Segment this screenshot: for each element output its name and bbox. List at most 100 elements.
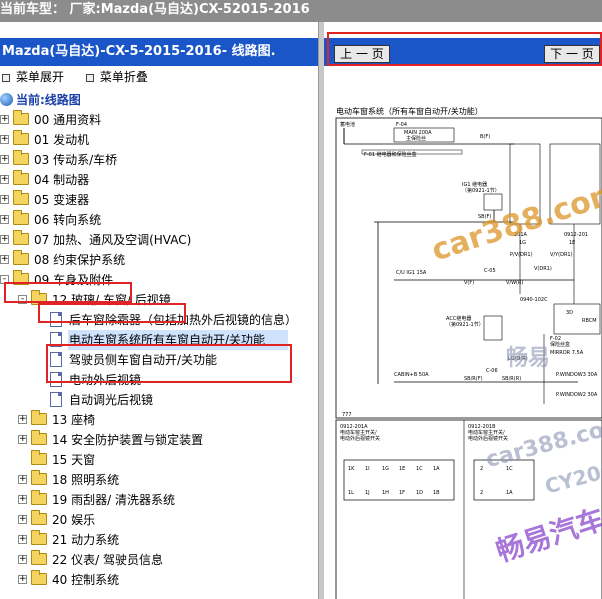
tree-folder-item[interactable]: +01 发动机 <box>0 130 318 150</box>
expand-toggle-icon[interactable]: + <box>18 575 27 584</box>
pin-1e-label: 1E <box>569 240 575 246</box>
expand-toggle-icon[interactable]: + <box>0 195 9 204</box>
connector-b-pin: 2 <box>480 490 483 496</box>
cabin-fuse-label: CABIN+B 50A <box>394 372 429 378</box>
tree-folder-item[interactable]: +07 加热、通风及空调(HVAC) <box>0 230 318 250</box>
connector-b-pin: 2 <box>480 466 483 472</box>
tree-item-label: 自动调光后视镜 <box>69 393 154 407</box>
pwindow2-fuse-label: P.WINDOW2 30A <box>556 392 598 398</box>
connector-a-pin: 1K <box>348 466 355 472</box>
folder-icon <box>13 230 29 245</box>
tree-folder-item[interactable]: +14 安全防护装置与锁定装置 <box>0 430 318 450</box>
tree-item-label: 07 加热、通风及空调(HVAC) <box>34 233 192 247</box>
v-w-r-label: V/W(R) <box>506 280 523 286</box>
pwindow3-fuse-label: P.WINDOW3 30A <box>556 372 598 378</box>
folder-icon <box>31 410 47 425</box>
highlight-box-nav <box>327 32 602 66</box>
folder-icon <box>31 530 47 545</box>
window-title: 当前车型： 厂家:Mazda(马自达)CX-52015-2016 <box>0 0 602 22</box>
folder-icon <box>31 490 47 505</box>
tree-item-label: 15 天窗 <box>52 453 96 467</box>
tree-page-item[interactable]: 自动调光后视镜 <box>0 390 318 410</box>
main-fuse-box-label: 主保险丝 <box>406 135 426 142</box>
tree-folder-item[interactable]: +20 娱乐 <box>0 510 318 530</box>
f02-box-label: 保险丝盒 <box>550 341 570 348</box>
tree-folder-item[interactable]: +04 制动器 <box>0 170 318 190</box>
tree-folder-item[interactable]: +19 雨刮器/ 清洗器系统 <box>0 490 318 510</box>
folder-icon <box>13 130 29 145</box>
tree-item-label: 13 座椅 <box>52 413 96 427</box>
connector-a-pin: 1L <box>348 490 354 496</box>
expand-toggle-icon[interactable]: + <box>18 535 27 544</box>
expand-toggle-icon[interactable]: + <box>18 415 27 424</box>
tree-item-label: 22 仪表/ 驾驶员信息 <box>52 553 163 567</box>
connector-b-name-2: 电动外后视镜开关 <box>468 435 508 442</box>
rbcm-label: RBCM <box>582 318 597 324</box>
diagram-title: 电动车窗系统（所有车窗自动开/关功能） <box>336 106 483 116</box>
connector-a-pins: 1K 1I 1G 1E 1C 1A 1L 1J 1H 1F 1D 1B <box>348 466 440 496</box>
sb-r-r-label: SB/R(R) <box>502 376 521 382</box>
expand-toggle-icon[interactable]: + <box>0 135 9 144</box>
connector-a-pin: 1A <box>433 466 440 472</box>
connector-a-pin: 1I <box>365 466 370 472</box>
c06-label: C-06 <box>486 368 498 374</box>
expand-toggle-icon[interactable]: + <box>0 155 9 164</box>
acc-relay-label: ACC继电器 <box>446 315 471 322</box>
tree-folder-item[interactable]: +03 传动系/车桥 <box>0 150 318 170</box>
tree-item-label: 40 控制系统 <box>52 573 120 587</box>
expand-toggle-icon[interactable]: + <box>0 115 9 124</box>
pin-3d-label: 3D <box>566 310 573 316</box>
expand-toggle-icon[interactable]: + <box>18 435 27 444</box>
tree-folder-item[interactable]: +13 座椅 <box>0 410 318 430</box>
mirror-fuse-label: MIRROR 7.5A <box>550 350 584 356</box>
tree-folder-item[interactable]: +06 转向系统 <box>0 210 318 230</box>
page-number-777: 777 <box>342 412 352 418</box>
tree-folder-item[interactable]: +40 控制系统 <box>0 570 318 590</box>
collapse-all-button[interactable]: 菜单折叠 <box>84 70 156 84</box>
tree-item-label: 06 转向系统 <box>34 213 102 227</box>
folder-icon <box>31 570 47 585</box>
c-0940-label: 0940-102C <box>520 297 548 303</box>
acc-page-label: （第0921-1节） <box>446 321 484 328</box>
tree-folder-item[interactable]: +22 仪表/ 驾驶员信息 <box>0 550 318 570</box>
expand-all-button[interactable]: 菜单展开 <box>0 70 72 84</box>
connector-a-pin: 1J <box>365 490 370 496</box>
expand-toggle-icon[interactable]: + <box>0 235 9 244</box>
tree-item-label: 04 制动器 <box>34 173 90 187</box>
connector-b-name-1: 电动车窗主开关/ <box>468 429 505 436</box>
expand-toggle-icon[interactable]: + <box>18 475 27 484</box>
cu-ig1-label: C/U IG1 15A <box>396 270 427 276</box>
folder-icon <box>13 250 29 265</box>
viewer-panel: 上 一 页 下 一 页 电动车窗系统（所有车窗自动开/关功能） 蓄电池 F-04… <box>324 32 602 599</box>
tree-folder-item[interactable]: +00 通用资料 <box>0 110 318 130</box>
connector-a-pin: 1E <box>399 466 405 472</box>
wiring-diagram: 电动车窗系统（所有车窗自动开/关功能） 蓄电池 F-04 MAIN 200A 主… <box>334 104 602 599</box>
f04-label: F-04 <box>396 122 407 128</box>
tree-item-label: 20 娱乐 <box>52 513 96 527</box>
folder-icon <box>31 470 47 485</box>
expand-toggle-icon[interactable]: + <box>18 515 27 524</box>
expand-toggle-icon[interactable]: + <box>18 555 27 564</box>
connector-a-pin: 1D <box>416 490 423 496</box>
folder-icon <box>13 210 29 225</box>
highlight-box-body <box>4 282 132 303</box>
expand-toggle-icon[interactable]: + <box>0 255 9 264</box>
tree-folder-item[interactable]: 15 天窗 <box>0 450 318 470</box>
tree-folder-item[interactable]: +05 变速器 <box>0 190 318 210</box>
tree-folder-item[interactable]: +21 动力系统 <box>0 530 318 550</box>
connector-b-pin: 1A <box>506 490 513 496</box>
document-icon <box>50 392 62 407</box>
tree-folder-item[interactable]: +08 约束保护系统 <box>0 250 318 270</box>
connector-a-name-2: 电动外后视镜开关 <box>340 435 380 442</box>
folder-icon <box>13 170 29 185</box>
tree-item-label: 05 变速器 <box>34 193 90 207</box>
connector-a-pin: 1F <box>399 490 405 496</box>
folder-icon <box>13 190 29 205</box>
expand-toggle-icon[interactable]: + <box>18 495 27 504</box>
tree-item-label: 21 动力系统 <box>52 533 120 547</box>
tree-folder-item[interactable]: +18 照明系统 <box>0 470 318 490</box>
tree-item-label: 19 雨刮器/ 清洗器系统 <box>52 493 175 507</box>
expand-toggle-icon[interactable]: + <box>0 175 9 184</box>
expand-toggle-icon[interactable]: + <box>0 215 9 224</box>
connector-a-pin: 1H <box>382 490 389 496</box>
